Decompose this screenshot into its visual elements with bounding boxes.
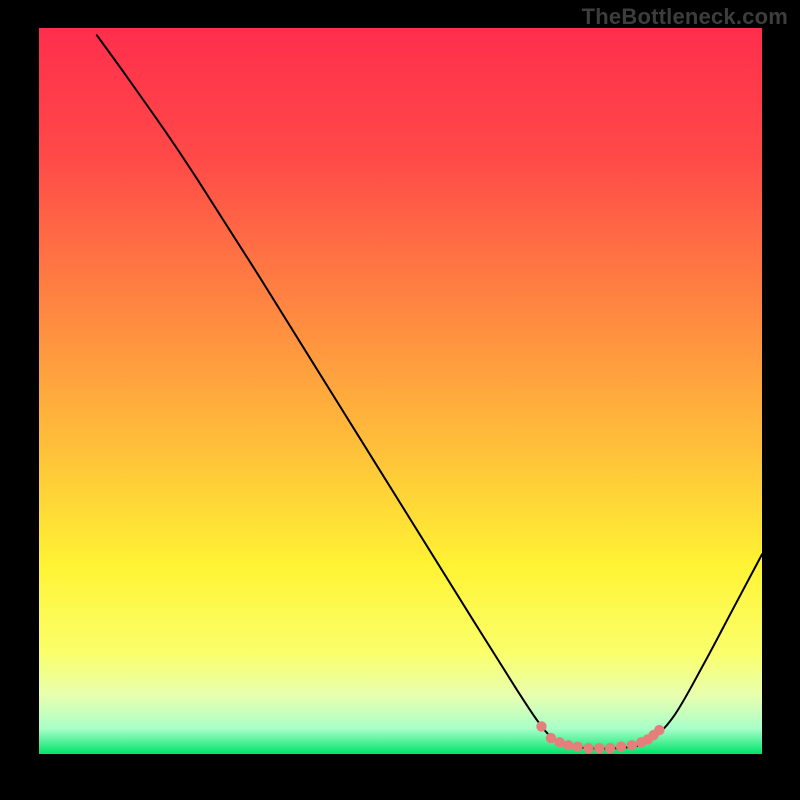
optimal-marker [594,743,604,753]
optimal-marker [572,742,582,752]
watermark-text: TheBottleneck.com [582,4,788,30]
optimal-marker [605,743,615,753]
optimal-marker [583,743,593,753]
optimal-marker [536,721,546,731]
optimal-marker [563,740,573,750]
plot-background [39,28,762,754]
optimal-marker [616,742,626,752]
optimal-marker [654,725,664,735]
bottleneck-chart [0,0,800,800]
optimal-marker [627,740,637,750]
